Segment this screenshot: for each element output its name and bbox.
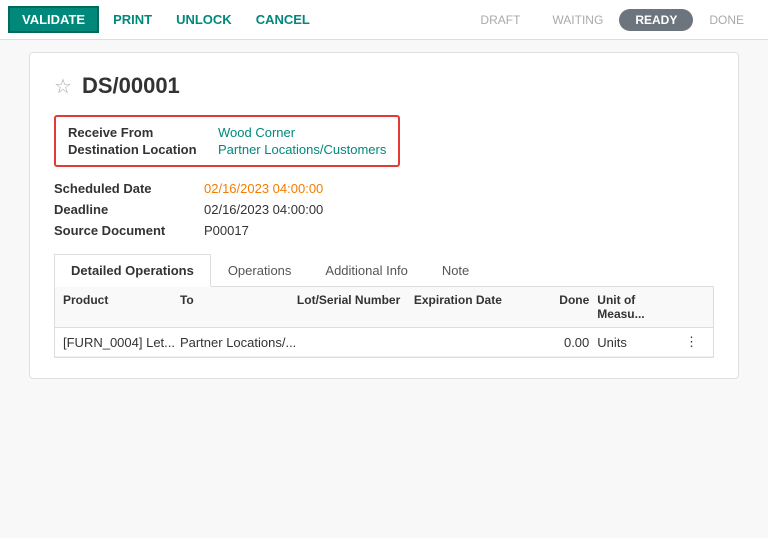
main-content: ☆ DS/00001 Receive From Wood Corner Dest… (0, 40, 768, 538)
col-header-product: Product (63, 293, 180, 321)
destination-location-label: Destination Location (68, 142, 218, 157)
tab-operations[interactable]: Operations (211, 254, 309, 287)
destination-location-value[interactable]: Partner Locations/Customers (218, 142, 386, 157)
cell-product: [FURN_0004] Let... (63, 335, 180, 350)
deadline-row: Deadline 02/16/2023 04:00:00 (54, 202, 714, 217)
col-header-done: Done (531, 293, 589, 321)
col-header-unit: Unit of Measu... (589, 293, 685, 321)
table-row[interactable]: [FURN_0004] Let... Partner Locations/...… (55, 328, 713, 357)
row-menu-icon[interactable]: ⋮ (685, 334, 705, 350)
col-header-to: To (180, 293, 297, 321)
operations-table: Product To Lot/Serial Number Expiration … (54, 287, 714, 358)
deadline-label: Deadline (54, 202, 204, 217)
record-card: ☆ DS/00001 Receive From Wood Corner Dest… (29, 52, 739, 379)
scheduled-date-value: 02/16/2023 04:00:00 (204, 181, 323, 196)
table-header: Product To Lot/Serial Number Expiration … (55, 287, 713, 328)
unlock-button[interactable]: UNLOCK (166, 8, 242, 31)
highlighted-fields: Receive From Wood Corner Destination Loc… (54, 115, 400, 167)
receive-from-label: Receive From (68, 125, 218, 140)
cell-to: Partner Locations/... (180, 335, 297, 350)
cell-unit: Units (589, 335, 685, 350)
tab-detailed-operations[interactable]: Detailed Operations (54, 254, 211, 287)
toolbar: VALIDATE PRINT UNLOCK CANCEL DRAFT WAITI… (0, 0, 768, 40)
col-header-lot: Lot/Serial Number (297, 293, 414, 321)
cell-done: 0.00 (531, 335, 589, 350)
title-row: ☆ DS/00001 (54, 73, 714, 99)
cancel-button[interactable]: CANCEL (246, 8, 320, 31)
scheduled-date-label: Scheduled Date (54, 181, 204, 196)
destination-location-row: Destination Location Partner Locations/C… (68, 142, 386, 157)
deadline-value: 02/16/2023 04:00:00 (204, 202, 323, 217)
status-bar: DRAFT WAITING READY DONE (464, 9, 760, 31)
col-header-menu (685, 293, 705, 321)
tabs: Detailed Operations Operations Additiona… (54, 254, 714, 287)
status-draft: DRAFT (464, 9, 536, 31)
print-button[interactable]: PRINT (103, 8, 162, 31)
source-document-value: P00017 (204, 223, 249, 238)
status-done: DONE (693, 9, 760, 31)
record-title: DS/00001 (82, 73, 180, 99)
scheduled-date-row: Scheduled Date 02/16/2023 04:00:00 (54, 181, 714, 196)
receive-from-value[interactable]: Wood Corner (218, 125, 295, 140)
source-document-row: Source Document P00017 (54, 223, 714, 238)
source-document-label: Source Document (54, 223, 204, 238)
status-ready: READY (619, 9, 693, 31)
col-header-expiry: Expiration Date (414, 293, 531, 321)
favorite-star-icon[interactable]: ☆ (54, 74, 72, 99)
tab-additional-info[interactable]: Additional Info (308, 254, 424, 287)
validate-button[interactable]: VALIDATE (8, 6, 99, 33)
fields-section: Scheduled Date 02/16/2023 04:00:00 Deadl… (54, 181, 714, 238)
tab-note[interactable]: Note (425, 254, 486, 287)
status-waiting: WAITING (536, 9, 619, 31)
receive-from-row: Receive From Wood Corner (68, 125, 386, 140)
